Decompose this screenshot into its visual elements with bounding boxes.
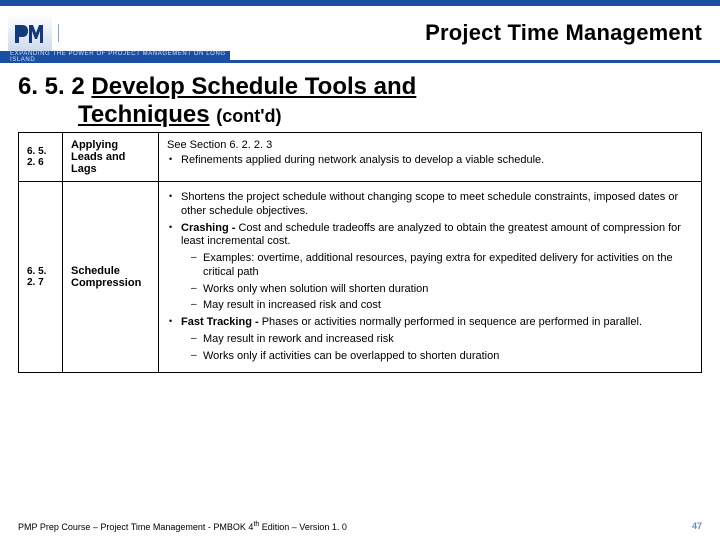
row-name: Applying Leads and Lags bbox=[63, 133, 159, 182]
sub-bullet-item: Examples: overtime, additional resources… bbox=[181, 252, 693, 280]
table-row: 6. 5. 2. 6 Applying Leads and Lags See S… bbox=[19, 133, 702, 182]
footer-text-a: PMP Prep Course – Project Time Managemen… bbox=[18, 522, 253, 532]
tagline-bar: EXPANDING THE POWER OF PROJECT MANAGEMEN… bbox=[0, 51, 230, 63]
bullet-item: Refinements applied during network analy… bbox=[167, 154, 693, 168]
row-description: Shortens the project schedule without ch… bbox=[159, 182, 702, 373]
org-name-line2: Long Island Chapter bbox=[65, 33, 169, 42]
bullet-lead: Fast Tracking - bbox=[181, 316, 262, 328]
bullet-text: Cost and schedule tradeoffs are analyzed… bbox=[181, 222, 681, 248]
section-contd: (cont'd) bbox=[216, 106, 281, 126]
sub-bullet-item: Works only if activities can be overlapp… bbox=[181, 350, 693, 364]
sub-bullet-item: Works only when solution will shorten du… bbox=[181, 283, 693, 297]
bullet-item: Shortens the project schedule without ch… bbox=[167, 191, 693, 219]
row-name: Schedule Compression bbox=[63, 182, 159, 373]
table-row: 6. 5. 2. 7 Schedule Compression Shortens… bbox=[19, 182, 702, 373]
footer-course-info: PMP Prep Course – Project Time Managemen… bbox=[18, 521, 347, 532]
techniques-table: 6. 5. 2. 6 Applying Leads and Lags See S… bbox=[18, 132, 702, 373]
bullet-lead: Crashing - bbox=[181, 222, 238, 234]
sub-bullet-item: May result in rework and increased risk bbox=[181, 333, 693, 347]
content-area: 6. 5. 2. 6 Applying Leads and Lags See S… bbox=[0, 132, 720, 540]
section-title-line1: Develop Schedule Tools and bbox=[91, 73, 416, 100]
bullet-item: Fast Tracking - Phases or activities nor… bbox=[167, 316, 693, 363]
page-title: Project Time Management bbox=[230, 20, 720, 46]
header: EXPANDING THE POWER OF PROJECT MANAGEMEN… bbox=[0, 0, 720, 60]
see-reference: See Section 6. 2. 2. 3 bbox=[167, 139, 693, 151]
row-description: See Section 6. 2. 2. 3 Refinements appli… bbox=[159, 133, 702, 182]
pmi-logo-icon bbox=[8, 15, 52, 51]
logo-text: Project Management Institute Long Island… bbox=[58, 24, 169, 42]
section-number: 6. 5. 2 bbox=[18, 73, 85, 100]
sub-bullet-item: May result in increased risk and cost bbox=[181, 299, 693, 313]
bullet-item: Crashing - Cost and schedule tradeoffs a… bbox=[167, 222, 693, 314]
logo-block: EXPANDING THE POWER OF PROJECT MANAGEMEN… bbox=[0, 6, 230, 60]
section-title: 6. 5. 2 Develop Schedule Tools and Techn… bbox=[0, 67, 720, 132]
footer: PMP Prep Course – Project Time Managemen… bbox=[0, 521, 720, 532]
slide: EXPANDING THE POWER OF PROJECT MANAGEMEN… bbox=[0, 0, 720, 540]
row-number: 6. 5. 2. 6 bbox=[19, 133, 63, 182]
row-number: 6. 5. 2. 7 bbox=[19, 182, 63, 373]
section-title-line2: Techniques bbox=[78, 101, 210, 128]
bullet-text: Phases or activities normally performed … bbox=[262, 316, 642, 328]
footer-text-b: Edition – Version 1. 0 bbox=[259, 522, 347, 532]
page-number: 47 bbox=[692, 521, 702, 532]
